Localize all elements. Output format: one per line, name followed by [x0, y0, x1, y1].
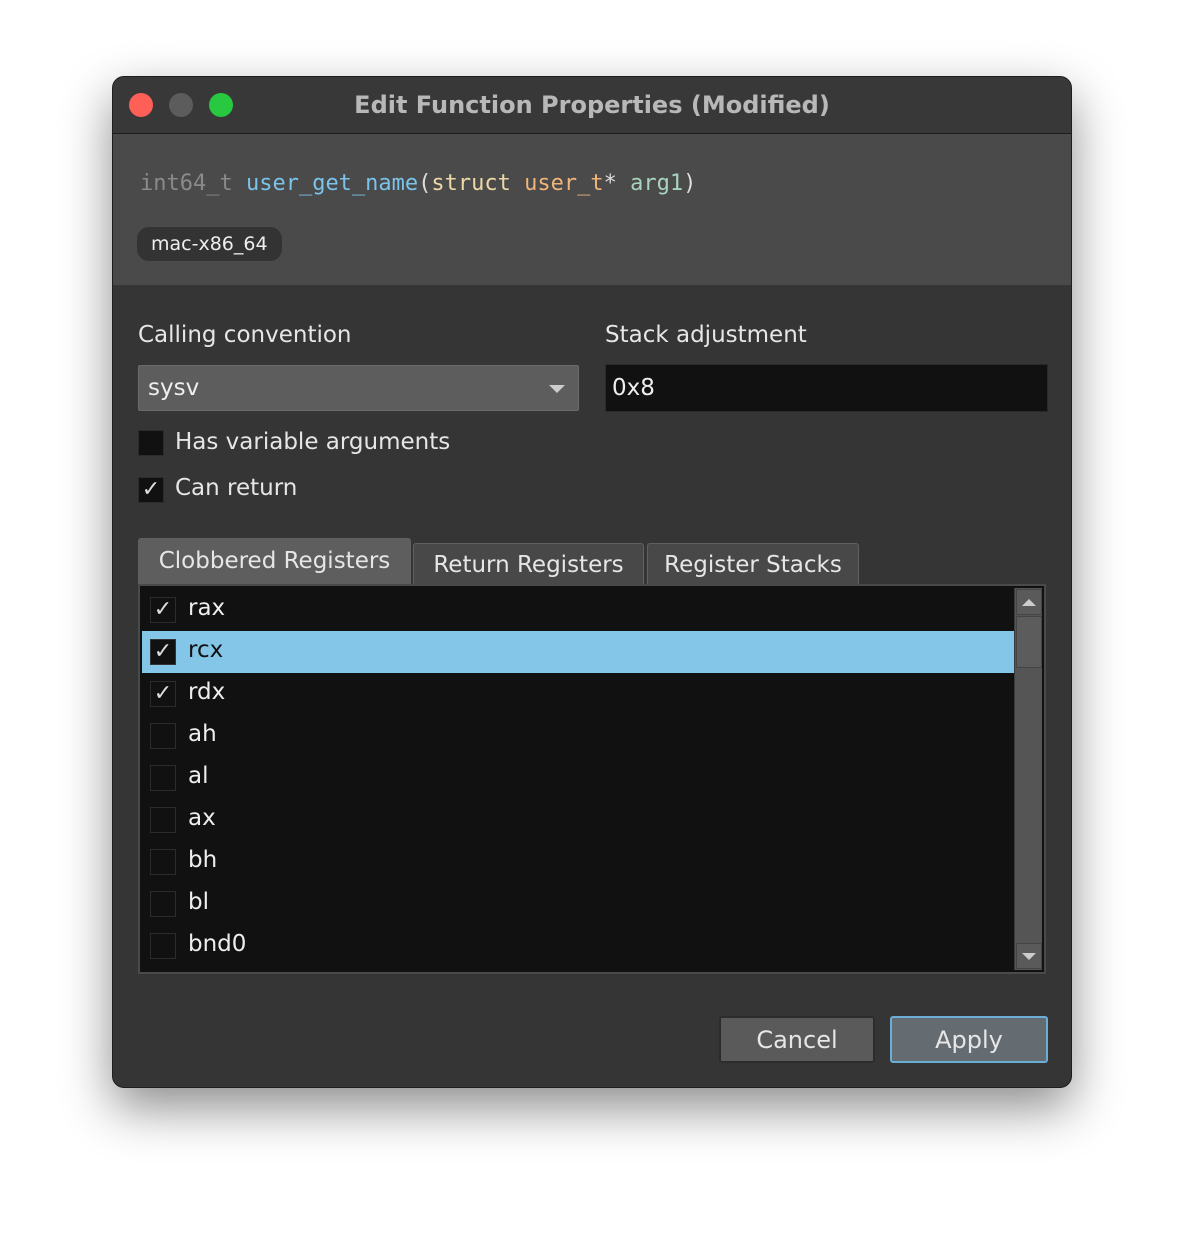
edit-function-properties-dialog: Edit Function Properties (Modified) int6…: [112, 76, 1072, 1088]
register-checkbox[interactable]: ✓: [150, 681, 176, 707]
register-checkbox[interactable]: [150, 891, 176, 917]
checkmark-icon: ✓: [153, 597, 173, 622]
signature-token: (: [418, 171, 432, 196]
register-row[interactable]: ah: [142, 715, 1014, 757]
register-checkbox[interactable]: [150, 933, 176, 959]
register-row[interactable]: al: [142, 757, 1014, 799]
register-row[interactable]: ✓ rax: [142, 589, 1014, 631]
window-title: Edit Function Properties (Modified): [354, 91, 830, 119]
triangle-down-icon: [1022, 953, 1036, 960]
list-scrollbar[interactable]: [1014, 588, 1042, 970]
register-row[interactable]: bh: [142, 841, 1014, 883]
stack-adjustment-input[interactable]: [605, 364, 1048, 412]
signature-token: user_get_name: [245, 171, 419, 196]
register-name: al: [188, 763, 209, 789]
register-name: bl: [188, 889, 209, 915]
signature-token: int64_t: [140, 171, 246, 196]
scroll-up-button[interactable]: [1016, 589, 1042, 615]
register-row[interactable]: ✓ rdx: [142, 673, 1014, 715]
register-checkbox[interactable]: [150, 723, 176, 749]
signature-token: *: [603, 171, 631, 196]
register-checkbox[interactable]: [150, 765, 176, 791]
signature-token: user_t: [524, 171, 604, 196]
signature-token: arg1: [630, 171, 684, 196]
calling-convention-value: sysv: [148, 375, 200, 401]
register-name: bnd0: [188, 931, 247, 957]
calling-convention-select[interactable]: sysv: [138, 365, 579, 411]
register-name: rcx: [188, 637, 224, 663]
checkmark-icon: ✓: [153, 681, 173, 706]
stack-adjustment-label: Stack adjustment: [605, 322, 807, 348]
function-header: int64_t user_get_name(struct user_t* arg…: [113, 134, 1071, 285]
register-checkbox[interactable]: [150, 807, 176, 833]
chevron-down-icon: [549, 385, 565, 393]
register-row[interactable]: bnd0: [142, 925, 1014, 967]
title-bar: Edit Function Properties (Modified): [113, 77, 1071, 134]
register-checkbox[interactable]: ✓: [150, 597, 176, 623]
register-name: ax: [188, 805, 216, 831]
can-return-checkbox[interactable]: ✓: [138, 477, 164, 503]
can-return-label[interactable]: Can return: [175, 475, 297, 501]
has-variable-arguments-checkbox[interactable]: [138, 430, 164, 456]
tab-return-registers[interactable]: Return Registers: [413, 543, 644, 584]
register-name: rdx: [188, 679, 226, 705]
apply-button[interactable]: Apply: [890, 1016, 1048, 1063]
register-name: rax: [188, 595, 226, 621]
function-signature: int64_t user_get_name(struct user_t* arg…: [140, 171, 696, 196]
register-checkbox[interactable]: ✓: [150, 639, 176, 665]
clobbered-registers-list[interactable]: bnd0 bl bh ax al ah ✓ rdx ✓ rcx ✓ rax: [138, 584, 1046, 974]
tab-register-stacks[interactable]: Register Stacks: [647, 543, 859, 584]
signature-token: struct: [431, 171, 525, 196]
register-row[interactable]: ✓ rcx: [142, 631, 1014, 673]
calling-convention-label: Calling convention: [138, 322, 352, 348]
register-name: ah: [188, 721, 217, 747]
has-variable-arguments-label[interactable]: Has variable arguments: [175, 429, 450, 455]
register-checkbox[interactable]: [150, 849, 176, 875]
cancel-button[interactable]: Cancel: [719, 1016, 875, 1063]
checkmark-icon: ✓: [141, 477, 161, 502]
signature-token: ): [683, 171, 697, 196]
scroll-down-button[interactable]: [1016, 943, 1042, 969]
tab-clobbered-registers[interactable]: Clobbered Registers: [138, 538, 411, 585]
platform-badge: mac-x86_64: [137, 227, 282, 261]
scrollbar-thumb[interactable]: [1016, 616, 1042, 668]
checkmark-icon: ✓: [153, 639, 173, 664]
triangle-up-icon: [1022, 599, 1036, 606]
register-row[interactable]: ax: [142, 799, 1014, 841]
register-row[interactable]: bl: [142, 883, 1014, 925]
register-name: bh: [188, 847, 218, 873]
